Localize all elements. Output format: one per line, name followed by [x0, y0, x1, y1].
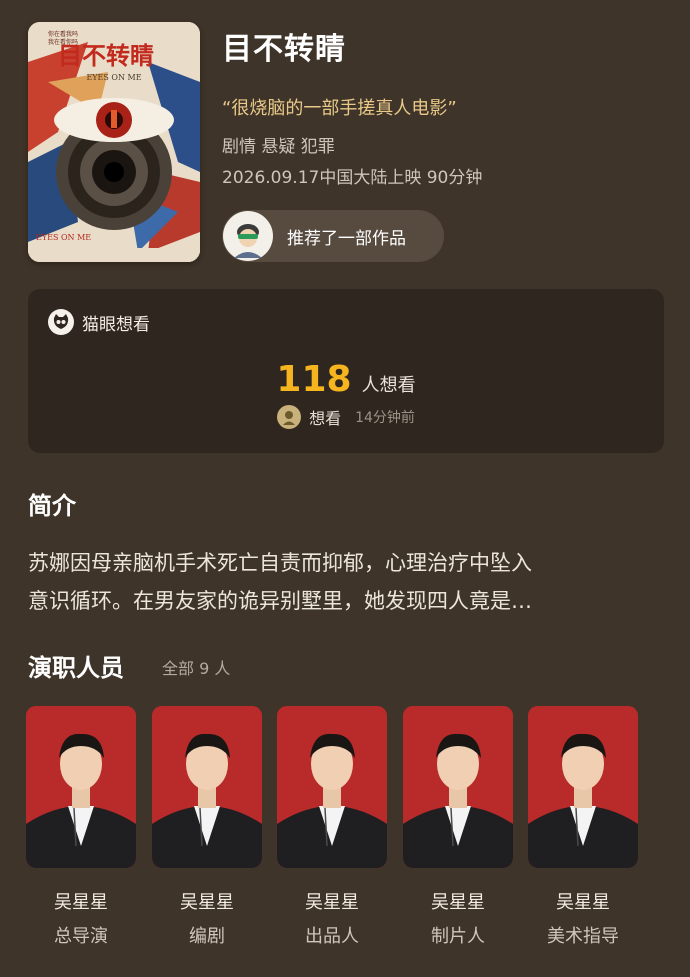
cast-item[interactable]: 吴星星 编剧	[152, 706, 262, 948]
recommender-pill[interactable]: 推荐了一部作品	[222, 210, 444, 262]
poster-tagline-1: 你在看我吗	[48, 30, 78, 38]
cast-name: 吴星星	[305, 892, 359, 913]
cast-photo	[403, 706, 513, 868]
cast-all-link[interactable]: 全部 9 人	[162, 655, 230, 679]
cast-role: 出品人	[305, 926, 359, 947]
maoyan-wish-card[interactable]: 猫眼想看 118 人想看 想看 14分钟前	[28, 289, 664, 453]
wish-unit: 人想看	[361, 375, 416, 396]
cast-item[interactable]: 吴星星 美术指导	[528, 706, 638, 948]
recent-action: 想看	[309, 409, 342, 428]
movie-detail-page: 目不转睛 EYES ON ME 你在看我吗 我在看你吗 EYES ON ME 目…	[0, 0, 690, 977]
synopsis-line-2: 意识循环。在男友家的诡异别墅里，她发现四人竟是…	[28, 589, 532, 613]
cast-role: 制片人	[431, 926, 485, 947]
cast-name: 吴星星	[556, 892, 610, 913]
cast-item[interactable]: 吴星星 出品人	[277, 706, 387, 948]
cast-name: 吴星星	[180, 892, 234, 913]
cast-photo	[277, 706, 387, 868]
cast-name: 吴星星	[431, 892, 485, 913]
cast-photo	[26, 706, 136, 868]
poster-tagline-2: 我在看你吗	[48, 38, 78, 46]
movie-title: 目不转睛	[222, 32, 346, 67]
movie-release-info: 2026.09.17中国大陆上映 90分钟	[222, 168, 483, 188]
recommend-label: 推荐了一部作品	[287, 228, 406, 249]
synopsis-heading: 简介	[28, 492, 76, 520]
movie-poster[interactable]: 目不转睛 EYES ON ME 你在看我吗 我在看你吗 EYES ON ME	[28, 22, 200, 262]
poster-corner-text: EYES ON ME	[36, 233, 91, 242]
recommender-avatar	[223, 211, 273, 261]
movie-genres: 剧情 悬疑 犯罪	[222, 137, 335, 157]
synopsis-line-1: 苏娜因母亲脑机手术死亡自责而抑郁，心理治疗中坠入	[28, 551, 532, 575]
cast-heading: 演职人员	[28, 654, 124, 682]
movie-quote: “很烧脑的一部手搓真人电影”	[222, 98, 457, 119]
cast-item[interactable]: 吴星星 制片人	[403, 706, 513, 948]
cast-role: 编剧	[189, 926, 225, 947]
maoyan-cat-icon	[48, 309, 74, 335]
cast-list: 吴星星 总导演 吴星星 编剧 吴星星 出品人 吴星星 制片人 吴星星 美术指导	[26, 706, 666, 966]
wish-count: 118	[276, 359, 352, 400]
cast-photo	[528, 706, 638, 868]
cast-role: 总导演	[54, 926, 108, 947]
cast-name: 吴星星	[54, 892, 108, 913]
maoyan-wish-label: 猫眼想看	[82, 314, 150, 335]
recent-time: 14分钟前	[355, 410, 415, 426]
synopsis-text[interactable]: 苏娜因母亲脑机手术死亡自责而抑郁，心理治疗中坠入 意识循环。在男友家的诡异别墅里…	[28, 544, 668, 620]
cast-role: 美术指导	[547, 926, 619, 947]
cast-photo	[152, 706, 262, 868]
poster-subtitle: EYES ON ME	[86, 73, 141, 82]
cast-item[interactable]: 吴星星 总导演	[26, 706, 136, 948]
recent-user-avatar	[277, 405, 302, 429]
